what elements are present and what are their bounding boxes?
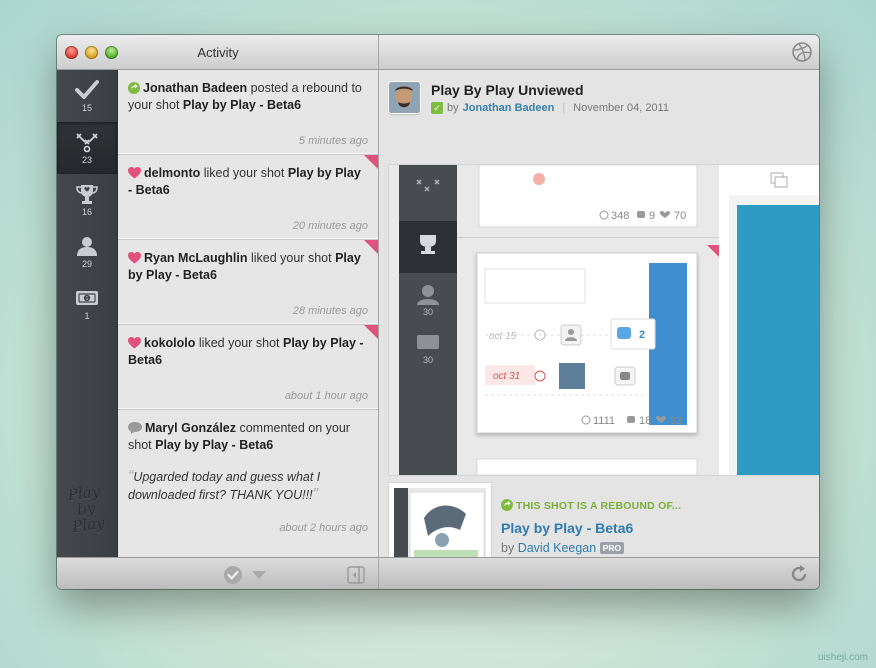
shot-meta: ✓ by Jonathan Badeen | November 04, 2011 xyxy=(431,102,669,114)
heart-icon xyxy=(128,167,141,179)
rebound-thumbnail-graphic xyxy=(394,488,486,557)
avatar-photo xyxy=(389,82,420,113)
shot-header: Play By Play Unviewed ✓ by Jonathan Bade… xyxy=(379,70,819,128)
activity-time: 20 minutes ago xyxy=(292,220,368,232)
unread-flag xyxy=(364,240,378,254)
activity-shot[interactable]: Play by Play - Beta6 xyxy=(183,98,301,112)
heart-icon xyxy=(128,252,141,264)
activity-shot[interactable]: Play by Play - Beta6 xyxy=(155,438,273,452)
svg-text:1: 1 xyxy=(86,296,89,302)
activity-user[interactable]: Ryan McLaughlin xyxy=(144,251,247,265)
meta-divider: | xyxy=(562,102,566,114)
by-label: by xyxy=(447,102,459,114)
preview-views: 348 xyxy=(611,210,629,222)
activity-time: 28 minutes ago xyxy=(292,305,368,317)
rebound-title[interactable]: Play by Play - Beta6 xyxy=(501,520,633,536)
shot-image[interactable]: 30 30 348 9 70 oct 15 2 oct 31 1111 18 8… xyxy=(389,165,819,475)
window-title: Activity xyxy=(197,45,239,60)
author-link[interactable]: Jonathan Badeen xyxy=(463,102,555,114)
bottom-toolbar-right xyxy=(379,557,819,589)
ticket-icon: 1 xyxy=(76,291,98,305)
rebound-icon xyxy=(128,82,140,94)
app-window: Activity 15 23 16 29 1 1 Play by Play Jo… xyxy=(57,35,819,589)
comment-icon xyxy=(128,422,142,434)
comment-quote: “Upgarded today and guess what I downloa… xyxy=(128,468,368,504)
rebound-icon xyxy=(501,499,513,511)
close-quote-mark: ” xyxy=(312,486,318,503)
activity-item[interactable]: Ryan McLaughlin liked your shot Play by … xyxy=(118,240,378,325)
sidebar-count: 15 xyxy=(81,103,92,113)
activity-item[interactable]: Maryl González commented on your shot Pl… xyxy=(118,410,378,557)
titlebar-right xyxy=(379,35,819,70)
activity-item[interactable]: Jonathan Badeen posted a rebound to your… xyxy=(118,70,378,155)
pro-badge: PRO xyxy=(599,542,625,554)
heart-icon xyxy=(128,337,141,349)
preview-likes: 82 xyxy=(670,415,682,427)
activity-user[interactable]: Jonathan Badeen xyxy=(143,81,247,95)
sidebar-item-plays[interactable]: 23 xyxy=(57,122,117,174)
shot-date: November 04, 2011 xyxy=(573,102,669,114)
preview-count: 30 xyxy=(423,355,433,365)
shot-preview-graphic: 30 30 348 9 70 oct 15 2 oct 31 1111 18 8… xyxy=(389,165,819,475)
sidebar-count: 23 xyxy=(81,155,92,165)
titlebar-left: Activity xyxy=(57,35,379,70)
rebound-author-link[interactable]: David Keegan xyxy=(518,541,597,555)
checkmark-icon xyxy=(75,80,99,99)
preview-count: 30 xyxy=(423,307,433,317)
sidebar-count: 29 xyxy=(81,259,92,269)
by-label: by xyxy=(501,541,515,555)
chevron-down-icon[interactable] xyxy=(252,571,266,580)
preview-views: 1111 xyxy=(593,415,615,427)
sidebar-item-checked[interactable]: 15 xyxy=(57,70,117,122)
comment-text: Upgarded today and guess what I download… xyxy=(128,470,321,502)
dribbble-icon[interactable] xyxy=(791,41,813,63)
author-avatar[interactable] xyxy=(389,82,420,113)
watermark: uisheji.com xyxy=(817,652,868,663)
category-sidebar: 15 23 16 29 1 1 Play by Play xyxy=(57,70,118,557)
sidebar-count: 1 xyxy=(84,311,90,321)
activity-item[interactable]: delmonto liked your shot Play by Play - … xyxy=(118,155,378,240)
shot-detail-pane: Play By Play Unviewed ✓ by Jonathan Bade… xyxy=(379,70,819,557)
activity-time: 5 minutes ago xyxy=(298,135,368,147)
activity-user[interactable]: kokololo xyxy=(144,336,195,350)
activity-list: Jonathan Badeen posted a rebound to your… xyxy=(118,70,379,557)
unread-flag xyxy=(364,325,378,339)
sidebar-item-people[interactable]: 29 xyxy=(57,226,117,278)
preview-comments: 9 xyxy=(649,210,655,222)
activity-user[interactable]: Maryl González xyxy=(145,421,236,435)
sidebar-item-ticket[interactable]: 1 1 xyxy=(57,278,117,330)
sidebar-count: 16 xyxy=(81,207,92,217)
trophy-icon xyxy=(76,185,98,204)
rebound-thumbnail[interactable] xyxy=(389,483,491,557)
sidebar-item-trophy[interactable]: 16 xyxy=(57,174,117,226)
refresh-icon[interactable] xyxy=(789,564,809,584)
play-diagram-icon xyxy=(76,133,98,153)
unread-flag xyxy=(364,155,378,169)
preview-comment-badge: 2 xyxy=(639,329,645,341)
activity-time: about 1 hour ago xyxy=(284,390,368,402)
preview-comments: 18 xyxy=(639,415,651,427)
bottom-toolbar-left xyxy=(57,557,379,589)
preview-date: oct 15 xyxy=(489,331,517,342)
activity-action: liked your shot xyxy=(250,251,332,265)
play-by-play-logo: Play by Play xyxy=(66,482,106,537)
collapse-sidebar-icon[interactable] xyxy=(347,566,365,584)
preview-date: oct 31 xyxy=(493,371,520,382)
rebound-label: THIS SHOT IS A REBOUND OF... xyxy=(501,499,681,512)
rebound-section: THIS SHOT IS A REBOUND OF... Play by Pla… xyxy=(389,483,809,557)
checked-badge-icon: ✓ xyxy=(431,102,443,114)
preview-likes: 70 xyxy=(674,210,686,222)
activity-user[interactable]: delmonto xyxy=(144,166,200,180)
person-icon xyxy=(77,237,97,256)
activity-action: liked your shot xyxy=(198,336,280,350)
rebound-byline: by David Keegan PRO xyxy=(501,541,625,555)
shot-title: Play By Play Unviewed xyxy=(431,82,584,98)
activity-action: liked your shot xyxy=(203,166,285,180)
activity-item[interactable]: kokololo liked your shot Play by Play - … xyxy=(118,325,378,410)
rebound-label-text: THIS SHOT IS A REBOUND OF... xyxy=(516,500,682,512)
mark-all-read-button[interactable] xyxy=(223,565,243,585)
activity-time: about 2 hours ago xyxy=(279,522,368,534)
